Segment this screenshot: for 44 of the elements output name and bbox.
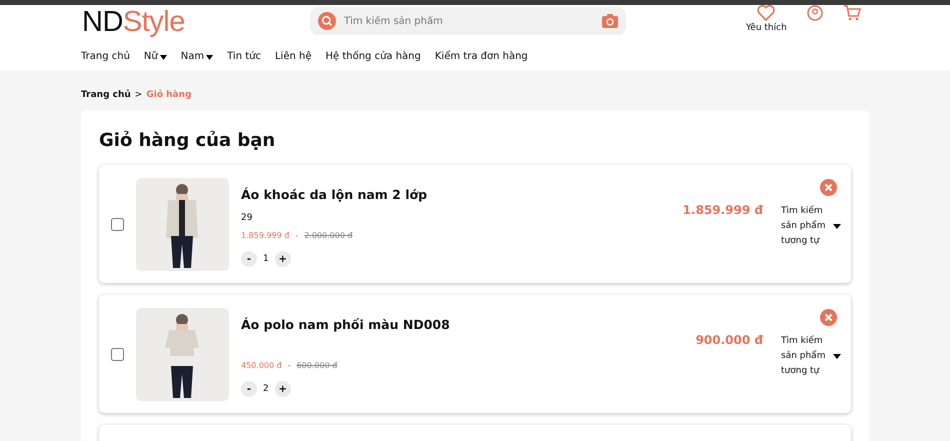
original-price: 600.000 đ — [296, 361, 338, 372]
quantity-value: 1 — [263, 254, 269, 264]
wishlist-label[interactable]: Yêu thích — [746, 23, 787, 33]
nav-link[interactable]: Hệ thống cửa hàng — [325, 50, 421, 62]
price-separator: - — [288, 361, 291, 372]
item-total: 900.000 đ — [696, 333, 763, 347]
cart-icon[interactable] — [842, 5, 861, 21]
caret-icon — [206, 55, 214, 60]
nav-link[interactable]: Kiểm tra đơn hàng — [434, 50, 528, 62]
increase-button[interactable]: + — [274, 251, 291, 267]
increase-button[interactable]: + — [274, 381, 291, 397]
user-icon[interactable] — [806, 5, 823, 21]
similar-products-link[interactable]: Tìm kiếm sản phẩm tương tự — [781, 204, 827, 249]
sale-price: 450.000 đ — [241, 361, 282, 372]
item-total: 1.859.999 đ — [682, 203, 763, 217]
search-icon[interactable] — [318, 12, 336, 30]
remove-icon[interactable] — [820, 179, 837, 196]
nav-link[interactable]: Trang chủ — [81, 50, 130, 62]
item-checkbox[interactable] — [111, 218, 124, 230]
price-separator: - — [295, 231, 298, 242]
remove-icon[interactable] — [820, 309, 837, 326]
nav-link[interactable]: Nam — [180, 50, 214, 62]
caret-icon — [160, 55, 167, 60]
breadcrumb-link[interactable]: Trang chủ — [81, 90, 131, 100]
original-price: 2.000.000 đ — [304, 231, 353, 242]
item-checkbox[interactable] — [111, 348, 124, 360]
sale-price: 1.859.999 đ — [241, 231, 290, 242]
cart-title: Giỏ hàng của bạn — [99, 130, 276, 151]
product-name[interactable]: Áo khoác da lộn nam 2 lớp — [241, 187, 683, 209]
caret-icon[interactable] — [833, 224, 841, 229]
decrease-button[interactable]: - — [241, 381, 257, 397]
similar-products-link[interactable]: Tìm kiếm sản phẩm tương tự — [781, 334, 827, 379]
product-name[interactable]: Áo polo nam phối màu ND008 — [241, 317, 696, 339]
nav-link[interactable]: Liên hệ — [274, 50, 312, 62]
nav-link[interactable]: Nữ — [144, 50, 167, 62]
decrease-button[interactable]: - — [241, 251, 257, 267]
breadcrumb-separator: > — [134, 90, 142, 100]
camera-icon[interactable] — [602, 14, 618, 28]
quantity-value: 2 — [263, 384, 269, 394]
product-size: 29 — [241, 213, 252, 223]
logo[interactable]: NDStyle — [82, 6, 310, 38]
heart-icon[interactable] — [757, 5, 776, 21]
nav-link[interactable]: Tin tức — [227, 50, 261, 62]
caret-icon[interactable] — [833, 354, 841, 359]
